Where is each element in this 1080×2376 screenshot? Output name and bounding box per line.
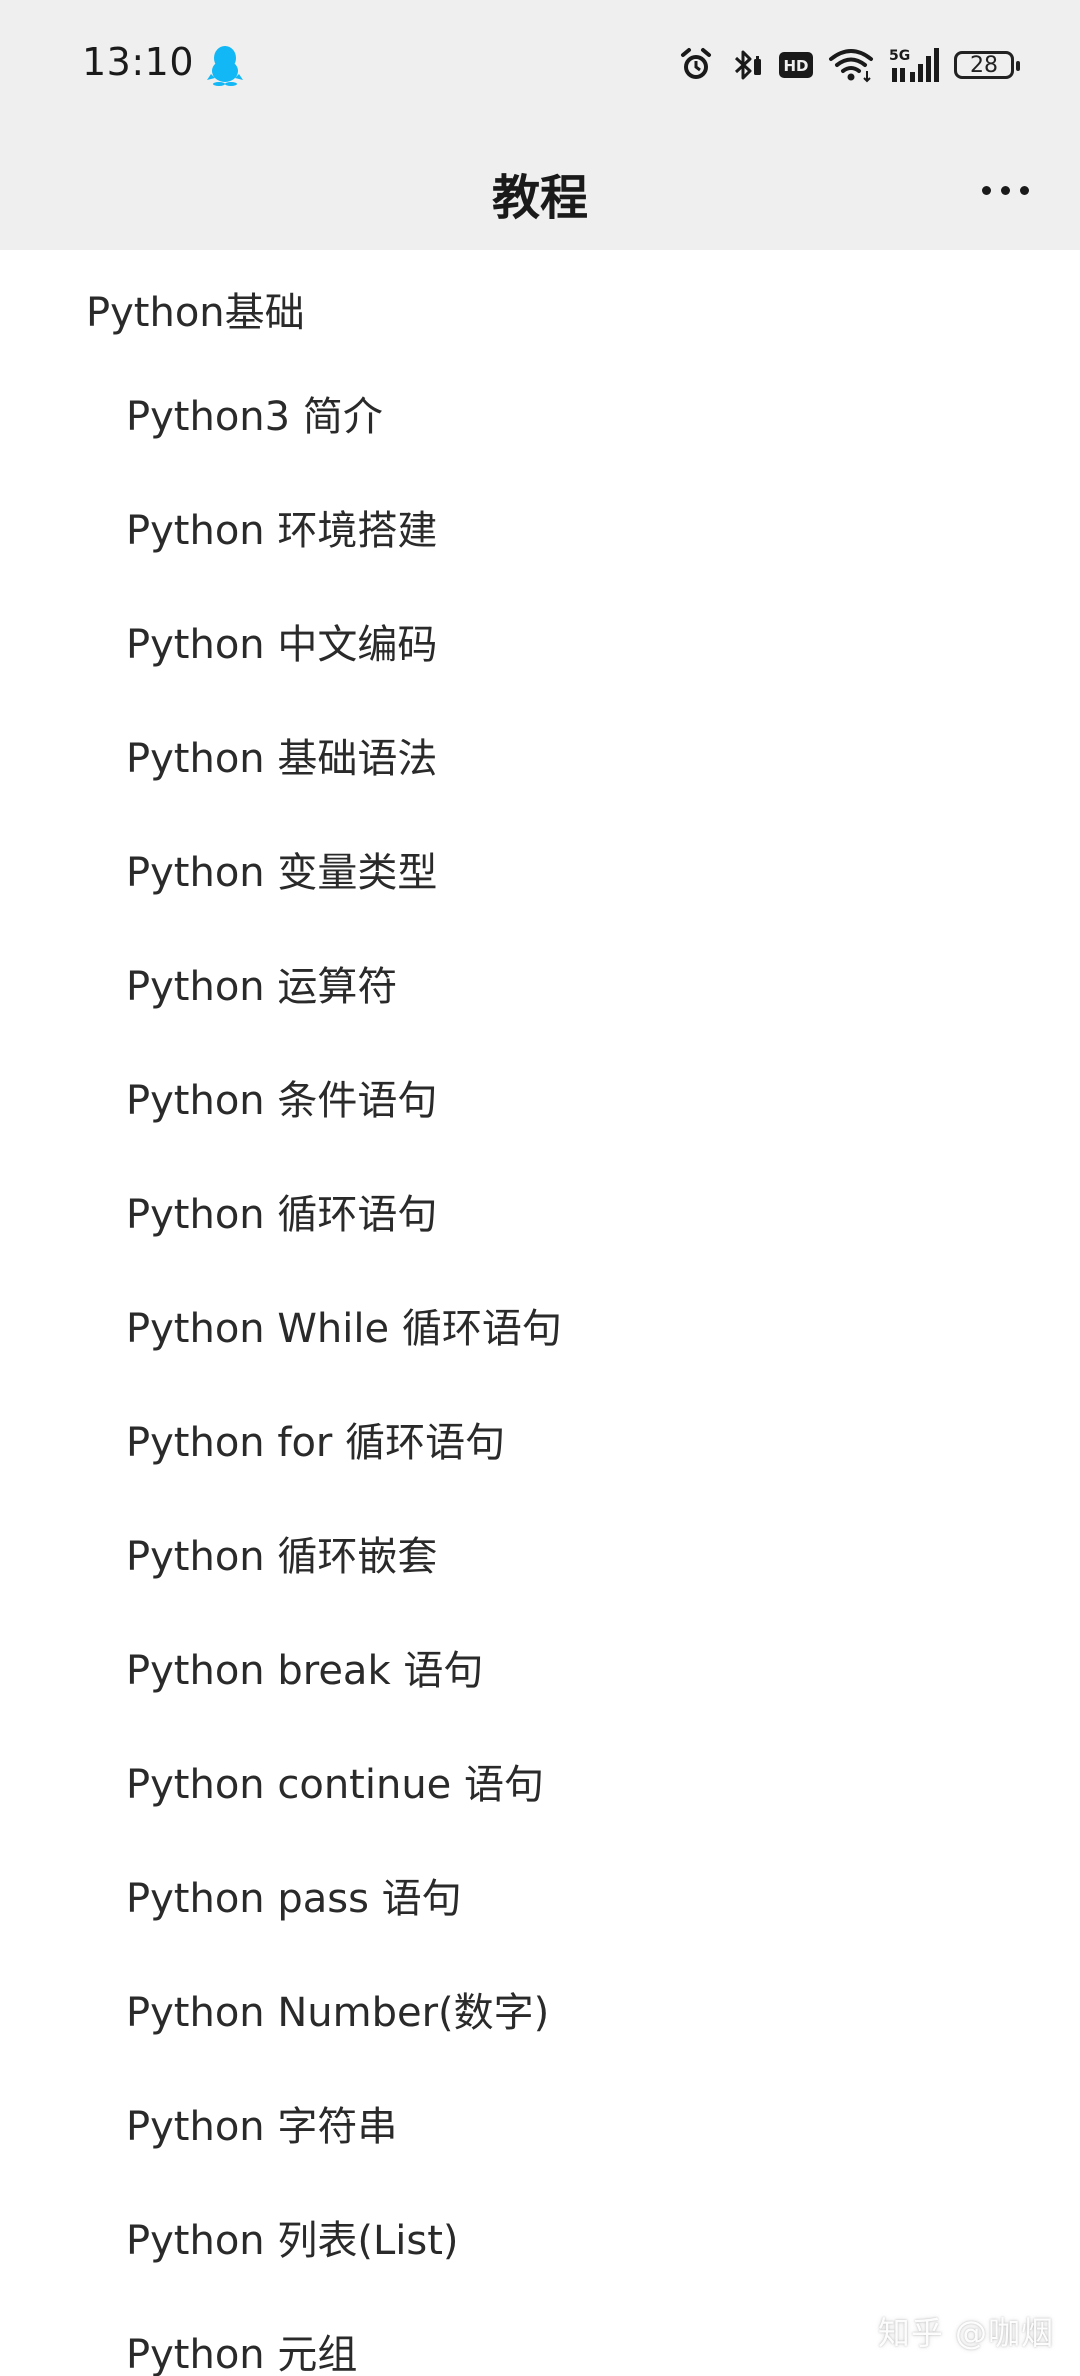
toc-item[interactable]: Python 字符串 (126, 2102, 562, 2216)
more-dot (1019, 185, 1029, 195)
toc-item[interactable]: Python 循环语句 (126, 1190, 562, 1304)
watermark: 知乎 @咖烟 (877, 2314, 1054, 2352)
toc-item[interactable]: Python 运算符 (126, 962, 562, 1076)
toc-item[interactable]: Python3 简介 (126, 392, 562, 506)
status-time: 13:10 (82, 40, 195, 84)
battery-level: 28 (970, 52, 998, 78)
bluetooth-icon (728, 47, 764, 83)
hd-label: HD (783, 57, 808, 75)
toc-item[interactable]: Python 基础语法 (126, 734, 562, 848)
hd-icon: HD (778, 50, 814, 80)
toc-item[interactable]: Python 变量类型 (126, 848, 562, 962)
qq-icon (207, 46, 243, 86)
more-button[interactable] (970, 160, 1040, 220)
toc-item[interactable]: Python pass 语句 (126, 1874, 562, 1988)
toc-item[interactable]: Python 循环嵌套 (126, 1532, 562, 1646)
toc-item[interactable]: Python 中文编码 (126, 620, 562, 734)
more-dot (981, 185, 991, 195)
toc-item[interactable]: Python 列表(List) (126, 2216, 562, 2330)
status-bar: 13:10 HD 5G 28 (0, 0, 1080, 130)
toc-list: Python3 简介 Python 环境搭建 Python 中文编码 Pytho… (126, 392, 562, 2376)
signal-5g-icon: 5G (888, 46, 940, 84)
toc-item[interactable]: Python Number(数字) (126, 1988, 562, 2102)
tutorial-screen: 13:10 HD 5G 28 教程 Python基础 Python3 简介 Py… (0, 0, 1080, 2376)
page-title: 教程 (491, 170, 588, 226)
wifi-icon (828, 47, 874, 83)
section-title-python-basics[interactable]: Python基础 (86, 280, 305, 338)
battery-icon: 28 (954, 51, 1020, 79)
toc-item[interactable]: Python for 循环语句 (126, 1418, 562, 1532)
header-bar: 教程 (0, 130, 1080, 250)
toc-item[interactable]: Python While 循环语句 (126, 1304, 562, 1418)
alarm-icon (678, 47, 714, 83)
more-dot (1000, 185, 1010, 195)
network-label: 5G (889, 48, 910, 64)
toc-item[interactable]: Python 条件语句 (126, 1076, 562, 1190)
tutorial-toc: Python基础 Python3 简介 Python 环境搭建 Python 中… (0, 250, 1080, 2376)
toc-item[interactable]: Python 元组 (126, 2330, 562, 2376)
toc-item[interactable]: Python 环境搭建 (126, 506, 562, 620)
toc-item[interactable]: Python break 语句 (126, 1646, 562, 1760)
toc-item[interactable]: Python continue 语句 (126, 1760, 562, 1874)
status-icons: HD 5G 28 (678, 42, 1020, 88)
